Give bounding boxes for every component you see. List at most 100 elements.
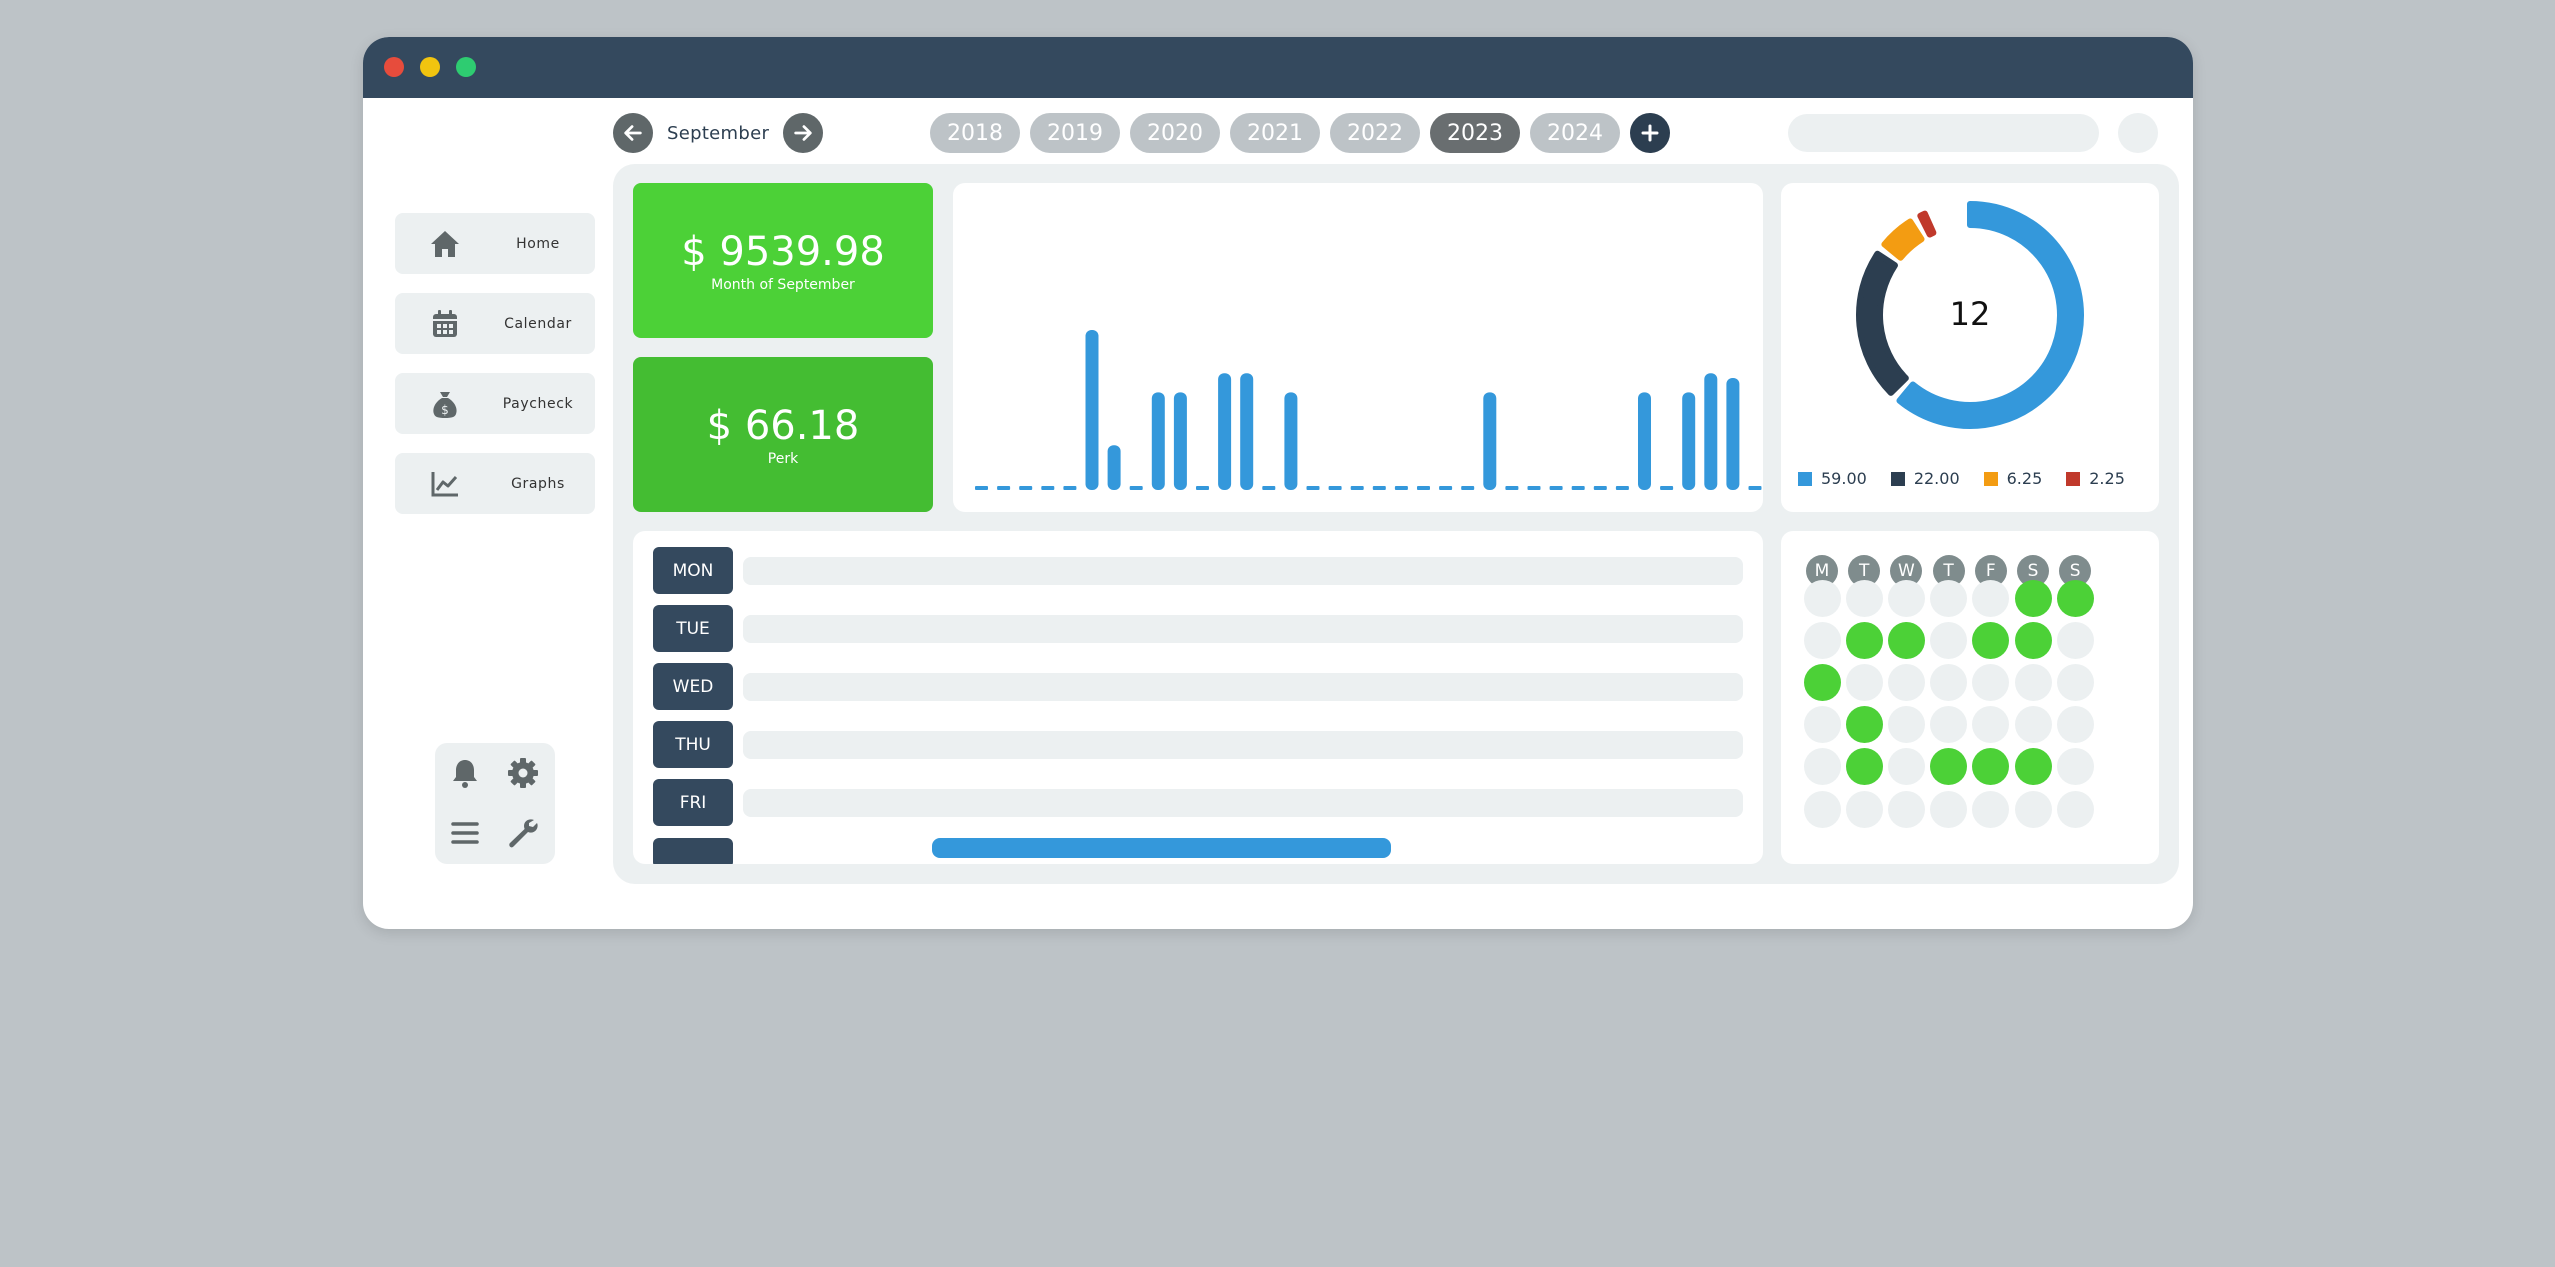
calendar-day-cell[interactable] (2014, 579, 2052, 617)
calendar-day-cell[interactable] (1972, 706, 2010, 744)
sidebar-item-paycheck[interactable]: $ Paycheck (395, 373, 595, 434)
minimize-window-button[interactable] (420, 57, 440, 77)
calendar-day-cell[interactable] (1972, 579, 2010, 617)
calendar-day-cell[interactable] (1803, 790, 1841, 828)
wrench-icon[interactable] (505, 815, 541, 851)
calendar-day-cell[interactable] (2056, 706, 2094, 744)
year-tab-2021[interactable]: 2021 (1230, 113, 1320, 153)
calendar-day-cell[interactable] (2056, 663, 2094, 701)
bar-34 (1704, 373, 1718, 490)
bar-2 (997, 486, 1011, 490)
day-button-mon[interactable]: MON (653, 547, 733, 594)
calendar-day-cell[interactable] (1845, 621, 1883, 659)
calendar-day-cell[interactable] (1887, 748, 1925, 786)
bar-26 (1527, 486, 1541, 490)
calendar-day-cell[interactable] (2014, 663, 2052, 701)
year-tab-2020[interactable]: 2020 (1130, 113, 1220, 153)
calendar-day-cell[interactable] (1803, 663, 1841, 701)
bar-31 (1638, 392, 1651, 490)
year-tab-2022[interactable]: 2022 (1330, 113, 1420, 153)
calendar-day-cell[interactable] (2056, 579, 2094, 617)
tools-panel (435, 743, 555, 864)
day-track[interactable] (743, 556, 1743, 585)
calendar-day-cell[interactable] (2056, 790, 2094, 828)
day-button-wed[interactable]: WED (653, 663, 733, 710)
day-track[interactable] (743, 788, 1743, 817)
calendar-day-cell[interactable] (2014, 706, 2052, 744)
calendar-day-cell[interactable] (1845, 663, 1883, 701)
sidebar-item-calendar[interactable]: Calendar (395, 293, 595, 354)
year-tab-2024[interactable]: 2024 (1530, 113, 1620, 153)
legend-label: 6.25 (2006, 469, 2043, 488)
bar-12 (1218, 373, 1232, 490)
calendar-day-cell[interactable] (1887, 579, 1925, 617)
calendar-day-cell[interactable] (1972, 621, 2010, 659)
calendar-day-cell[interactable] (1887, 663, 1925, 701)
calendar-day-cell[interactable] (1803, 579, 1841, 617)
bar-23 (1461, 486, 1475, 490)
bar-16 (1306, 486, 1320, 490)
day-track[interactable] (743, 672, 1743, 701)
calendar-day-cell[interactable] (1887, 706, 1925, 744)
day-button-tue[interactable]: TUE (653, 605, 733, 652)
calendar-day-cell[interactable] (1887, 621, 1925, 659)
add-year-button[interactable] (1630, 113, 1670, 153)
day-track[interactable] (743, 730, 1743, 759)
calendar-day-cell[interactable] (1930, 790, 1968, 828)
year-tab-2019[interactable]: 2019 (1030, 113, 1120, 153)
calendar-day-cell[interactable] (1972, 748, 2010, 786)
calendar-day-cell[interactable] (1845, 748, 1883, 786)
svg-text:$: $ (441, 403, 449, 417)
next-month-button[interactable] (783, 113, 824, 153)
bar-1 (975, 486, 988, 490)
calendar-day-cell[interactable] (1845, 579, 1883, 617)
day-row-thu: THU (653, 721, 1743, 768)
calendar-day-cell[interactable] (2056, 748, 2094, 786)
close-window-button[interactable] (384, 57, 404, 77)
calendar-day-cell[interactable] (1803, 706, 1841, 744)
calendar-day-cell[interactable] (1930, 706, 1968, 744)
year-tab-2023[interactable]: 2023 (1430, 113, 1520, 153)
calendar-day-cell[interactable] (1972, 663, 2010, 701)
sidebar-item-graphs[interactable]: Graphs (395, 453, 595, 514)
calendar-day-cell[interactable] (1845, 706, 1883, 744)
day-button-next[interactable] (653, 838, 733, 864)
gear-icon[interactable] (505, 755, 541, 791)
bar-29 (1593, 486, 1607, 490)
calendar-day-cell[interactable] (1803, 748, 1841, 786)
perk-card: $ 66.18 Perk (633, 357, 933, 512)
month-total-amount: $ 9539.98 (681, 228, 885, 275)
calendar-day-cell[interactable] (1887, 790, 1925, 828)
bar-18 (1350, 486, 1364, 490)
previous-month-button[interactable] (613, 113, 653, 153)
calendar-day-cell[interactable] (1972, 790, 2010, 828)
calendar-day-cell[interactable] (2014, 790, 2052, 828)
calendar-day-cell[interactable] (1803, 621, 1841, 659)
dashboard-content: $ 9539.98 Month of September $ 66.18 Per… (613, 164, 2179, 884)
perk-amount: $ 66.18 (706, 402, 860, 449)
day-row-fri: FRI (653, 779, 1743, 826)
calendar-day-cell[interactable] (1930, 748, 1968, 786)
avatar[interactable] (2118, 113, 2158, 153)
bar-36 (1748, 486, 1762, 490)
bell-icon[interactable] (447, 755, 483, 791)
calendar-day-cell[interactable] (1930, 579, 1968, 617)
bar-35 (1726, 378, 1740, 490)
calendar-day-cell[interactable] (1845, 790, 1883, 828)
year-tab-2018[interactable]: 2018 (930, 113, 1020, 153)
calendar-day-cell[interactable] (2014, 748, 2052, 786)
calendar-day-cell[interactable] (1930, 621, 1968, 659)
calendar-day-cell[interactable] (2056, 621, 2094, 659)
legend-item: 2.25 (2066, 469, 2125, 488)
sidebar-item-home[interactable]: Home (395, 213, 595, 274)
calendar-day-cell[interactable] (2014, 621, 2052, 659)
search-input[interactable] (1788, 114, 2099, 152)
day-button-thu[interactable]: THU (653, 721, 733, 768)
bar-chart-panel (953, 183, 1763, 512)
day-button-fri[interactable]: FRI (653, 779, 733, 826)
maximize-window-button[interactable] (456, 57, 476, 77)
day-track[interactable] (743, 614, 1743, 643)
calendar-day-cell[interactable] (1930, 663, 1968, 701)
day-row-wed: WED (653, 663, 1743, 710)
menu-icon[interactable] (447, 815, 483, 851)
